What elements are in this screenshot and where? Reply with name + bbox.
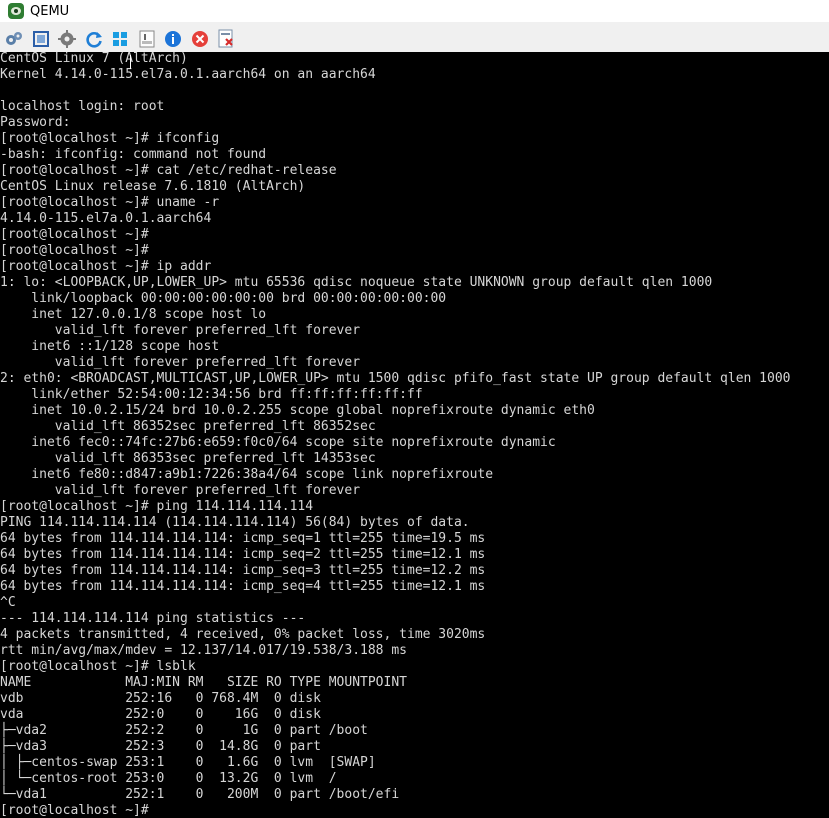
terminal-line: 4.14.0-115.el7a.0.1.aarch64 (0, 211, 212, 226)
terminal-line: inet6 ::1/128 scope host (0, 339, 220, 354)
terminal-line: 64 bytes from 114.114.114.114: icmp_seq=… (0, 563, 486, 578)
terminal-line: [root@localhost ~]# ping 114.114.114.114 (0, 499, 314, 514)
terminal-line: ├─vda3 252:3 0 14.8G 0 part (0, 739, 321, 754)
terminal-line: │ └─centos-root 253:0 0 13.2G 0 lvm / (0, 771, 337, 786)
terminal-line: -bash: ifconfig: command not found (0, 147, 267, 162)
terminal-line: valid_lft forever preferred_lft forever (0, 483, 361, 498)
toolbar (0, 26, 829, 52)
terminal-line: vda 252:0 0 16G 0 disk (0, 707, 321, 722)
gear-icon[interactable] (57, 29, 77, 49)
terminal-line: [root@localhost ~]# uname -r (0, 195, 220, 210)
terminal-line: valid_lft forever preferred_lft forever (0, 355, 361, 370)
terminal-line: localhost login: root (0, 99, 165, 114)
terminal-line: [root@localhost ~]# (0, 227, 149, 242)
terminal-line: inet6 fec0::74fc:27b6:e659:f0c0/64 scope… (0, 435, 556, 450)
terminal-line: inet 10.0.2.15/24 brd 10.0.2.255 scope g… (0, 403, 595, 418)
window-title: QEMU (30, 3, 70, 19)
mouse-cursor-icon (130, 55, 131, 69)
settings-gears-icon[interactable] (4, 29, 24, 49)
terminal-line: inet6 fe80::d847:a9b1:7226:38a4/64 scope… (0, 467, 494, 482)
document-icon[interactable] (137, 29, 157, 49)
terminal-line: 64 bytes from 114.114.114.114: icmp_seq=… (0, 531, 486, 546)
terminal-line: 64 bytes from 114.114.114.114: icmp_seq=… (0, 579, 486, 594)
terminal-line: PING 114.114.114.114 (114.114.114.114) 5… (0, 515, 470, 530)
terminal-line: [root@localhost ~]# lsblk (0, 659, 196, 674)
vm-console-screen[interactable]: CentOS Linux 7 (AltArch) Kernel 4.14.0-11… (0, 52, 829, 818)
terminal-line: inet 127.0.0.1/8 scope host lo (0, 307, 267, 322)
terminal-line: 1: lo: <LOOPBACK,UP,LOWER_UP> mtu 65536 … (0, 275, 713, 290)
terminal-line: Kernel 4.14.0-115.el7a.0.1.aarch64 on an… (0, 67, 376, 82)
terminal-line: [root@localhost ~]# cat /etc/redhat-rele… (0, 163, 337, 178)
terminal-line: [root@localhost ~]# ip addr (0, 259, 212, 274)
terminal-line: └─vda1 252:1 0 200M 0 part /boot/efi (0, 787, 400, 802)
terminal-output: CentOS Linux 7 (AltArch) Kernel 4.14.0-11… (0, 52, 791, 818)
terminal-line: ^C (0, 595, 16, 610)
terminal-line: CentOS Linux 7 (AltArch) (0, 52, 188, 66)
terminal-line: valid_lft 86352sec preferred_lft 86352se… (0, 419, 376, 434)
terminal-line: 64 bytes from 114.114.114.114: icmp_seq=… (0, 547, 486, 562)
terminal-line: 4 packets transmitted, 4 received, 0% pa… (0, 627, 486, 642)
terminal-line: vdb 252:16 0 768.4M 0 disk (0, 691, 321, 706)
terminal-line: Password: (0, 115, 71, 130)
terminal-line: rtt min/avg/max/mdev = 12.137/14.017/19.… (0, 643, 407, 658)
terminal-line: link/ether 52:54:00:12:34:56 brd ff:ff:f… (0, 387, 423, 402)
terminal-line: CentOS Linux release 7.6.1810 (AltArch) (0, 179, 306, 194)
terminal-line: ├─vda2 252:2 0 1G 0 part /boot (0, 723, 368, 738)
terminal-line: 2: eth0: <BROADCAST,MULTICAST,UP,LOWER_U… (0, 371, 791, 386)
shutdown-icon[interactable] (216, 29, 236, 49)
refresh-icon[interactable] (84, 29, 104, 49)
terminal-line: [root@localhost ~]# (0, 243, 149, 258)
terminal-line: link/loopback 00:00:00:00:00:00 brd 00:0… (0, 291, 447, 306)
terminal-line: NAME MAJ:MIN RM SIZE RO TYPE MOUNTPOINT (0, 675, 407, 690)
terminal-line: valid_lft 86353sec preferred_lft 14353se… (0, 451, 376, 466)
qemu-app-icon (8, 3, 24, 19)
close-circle-icon[interactable] (190, 29, 210, 49)
terminal-line: valid_lft forever preferred_lft forever (0, 323, 361, 338)
windows-logo-icon[interactable] (110, 29, 130, 49)
terminal-line: │ ├─centos-swap 253:1 0 1.6G 0 lvm [SWAP… (0, 755, 376, 770)
fullscreen-icon[interactable] (31, 29, 51, 49)
terminal-line: --- 114.114.114.114 ping statistics --- (0, 611, 306, 626)
window-titlebar[interactable]: QEMU (0, 0, 829, 22)
terminal-line: [root@localhost ~]# (0, 803, 149, 818)
terminal-line: [root@localhost ~]# ifconfig (0, 131, 220, 146)
info-icon[interactable] (163, 29, 183, 49)
